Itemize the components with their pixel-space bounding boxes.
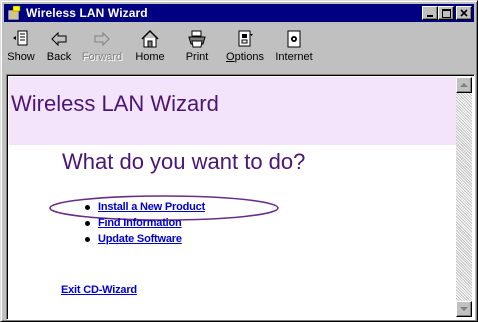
internet-icon bbox=[287, 30, 301, 48]
back-button[interactable]: Back bbox=[41, 24, 77, 70]
bullet bbox=[85, 220, 90, 226]
vertical-scrollbar[interactable] bbox=[456, 77, 472, 317]
maximize-button[interactable] bbox=[438, 6, 454, 20]
scroll-up-arrow-icon bbox=[460, 83, 468, 87]
forward-label: Forward bbox=[81, 51, 123, 63]
wizard-page: Wireless LAN Wizard What do you want to … bbox=[9, 77, 456, 317]
content-frame: Wireless LAN Wizard What do you want to … bbox=[6, 74, 475, 320]
minimize-button[interactable] bbox=[422, 6, 438, 20]
scroll-down-button[interactable] bbox=[456, 301, 472, 317]
back-arrow-icon bbox=[51, 31, 67, 47]
find-information-link[interactable]: Find Information bbox=[98, 217, 182, 229]
show-icon bbox=[13, 30, 28, 46]
window-title: Wireless LAN Wizard bbox=[26, 6, 148, 20]
install-new-product-link[interactable]: Install a New Product bbox=[98, 201, 205, 213]
title-bar[interactable]: ? Wireless LAN Wizard bbox=[4, 4, 474, 22]
update-software-link[interactable]: Update Software bbox=[98, 233, 182, 245]
wizard-question-icon: ? bbox=[6, 5, 22, 21]
home-label: Home bbox=[135, 51, 165, 63]
exit-row: Exit CD-Wizard bbox=[61, 280, 137, 298]
list-item: Update Software bbox=[85, 231, 205, 247]
bullet bbox=[85, 236, 90, 242]
print-label: Print bbox=[185, 51, 209, 63]
options-icon bbox=[238, 30, 253, 47]
toolbar: Show Back Forward Home Print Options Int… bbox=[4, 24, 474, 72]
options-accelerator: O bbox=[226, 51, 235, 63]
list-item: Find Information bbox=[85, 215, 205, 231]
list-item: Install a New Product bbox=[85, 199, 205, 215]
question-heading: What do you want to do? bbox=[62, 149, 306, 174]
printer-icon bbox=[188, 30, 206, 48]
scroll-up-button[interactable] bbox=[456, 77, 472, 93]
exit-cd-wizard-link[interactable]: Exit CD-Wizard bbox=[61, 284, 137, 296]
options-label-rest: ptions bbox=[234, 51, 264, 63]
options-button[interactable]: Options bbox=[223, 24, 267, 70]
show-button[interactable]: Show bbox=[6, 24, 36, 70]
options-label: Options bbox=[226, 51, 264, 63]
back-label: Back bbox=[46, 51, 72, 63]
options-list: Install a New Product Find Information U… bbox=[85, 199, 205, 247]
internet-label: Internet bbox=[275, 51, 313, 63]
forward-button[interactable]: Forward bbox=[79, 24, 125, 70]
forward-arrow-icon bbox=[94, 31, 110, 47]
page-heading: Wireless LAN Wizard bbox=[11, 91, 219, 116]
close-button[interactable] bbox=[456, 6, 472, 20]
home-icon bbox=[141, 29, 159, 48]
scroll-down-arrow-icon bbox=[460, 307, 468, 311]
print-button[interactable]: Print bbox=[179, 24, 215, 70]
wizard-window: ? Wireless LAN Wizard Show Back Forward … bbox=[0, 0, 478, 322]
home-button[interactable]: Home bbox=[131, 24, 169, 70]
show-label: Show bbox=[7, 51, 35, 63]
internet-button[interactable]: Internet bbox=[271, 24, 317, 70]
bullet bbox=[85, 204, 90, 210]
